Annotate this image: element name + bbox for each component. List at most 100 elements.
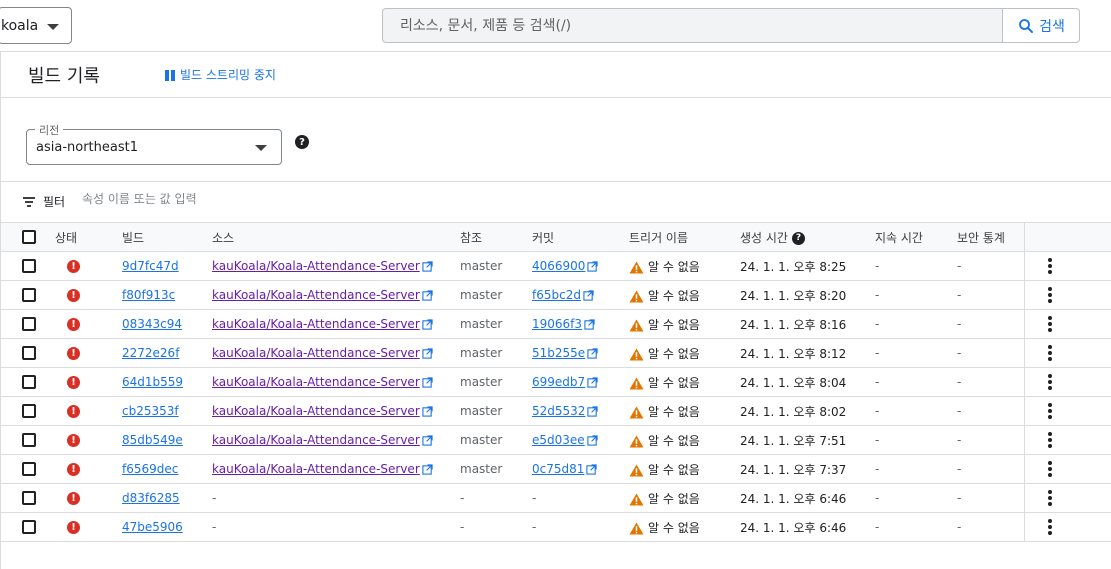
more-vert-icon[interactable] (1047, 345, 1052, 361)
warning-icon (629, 260, 644, 274)
error-icon: ! (67, 347, 80, 360)
more-vert-icon[interactable] (1047, 316, 1052, 332)
row-checkbox[interactable] (22, 462, 36, 477)
more-vert-icon[interactable] (1047, 432, 1052, 448)
external-link-icon (587, 377, 598, 388)
more-vert-icon[interactable] (1047, 490, 1052, 506)
project-selector[interactable]: koala (0, 7, 72, 44)
warning-icon (629, 463, 644, 477)
commit-link[interactable]: e5d03ee (532, 433, 585, 447)
security-text: - (957, 288, 962, 302)
column-header-status[interactable]: 상태 (55, 222, 122, 252)
column-header-duration[interactable]: 지속 시간 (875, 222, 957, 252)
external-link-icon (587, 348, 598, 359)
stop-streaming-button[interactable]: 빌드 스트리밍 중지 (164, 66, 276, 83)
commit-link[interactable]: 52d5532 (532, 404, 585, 418)
more-vert-icon[interactable] (1047, 374, 1052, 390)
created-time: 24. 1. 1. 오후 7:37 (740, 462, 847, 477)
build-id-link[interactable]: 85db549e (122, 433, 183, 447)
search-box[interactable] (382, 8, 1003, 43)
source-link[interactable]: kauKoala/Koala-Attendance-Server (212, 288, 420, 302)
build-id-link[interactable]: 64d1b559 (122, 375, 183, 389)
created-time: 24. 1. 1. 오후 7:51 (740, 433, 847, 448)
more-vert-icon[interactable] (1047, 258, 1052, 274)
row-checkbox[interactable] (22, 346, 36, 361)
search-input[interactable] (400, 17, 1002, 34)
ref-text: master (460, 404, 503, 418)
row-checkbox[interactable] (22, 491, 36, 506)
source-link[interactable]: kauKoala/Koala-Attendance-Server (212, 375, 420, 389)
more-vert-icon[interactable] (1047, 287, 1052, 303)
table-row: ! 85db549e kauKoala/Koala-Attendance-Serve… (1, 425, 1111, 455)
duration-text: - (875, 491, 880, 505)
build-id-link[interactable]: 47be5906 (122, 520, 183, 534)
ref-text: master (460, 346, 503, 360)
warning-icon (629, 289, 644, 303)
column-header-trigger[interactable]: 트리거 이름 (629, 222, 740, 252)
help-icon[interactable]: ? (791, 231, 805, 245)
commit-link[interactable]: 0c75d81 (532, 462, 584, 476)
more-vert-icon[interactable] (1047, 461, 1052, 477)
build-id-link[interactable]: f80f913c (122, 288, 175, 302)
table-header-row: 상태 빌드 소스 참조 커밋 트리거 이름 생성 시간? 지속 시간 보안 통계 (1, 222, 1111, 252)
filter-input[interactable] (82, 192, 382, 206)
security-text: - (957, 404, 962, 418)
row-checkbox[interactable] (22, 259, 36, 274)
commit-link[interactable]: 19066f3 (532, 317, 582, 331)
external-link-icon (422, 319, 433, 330)
commit-link[interactable]: f65bc2d (532, 288, 581, 302)
column-header-created[interactable]: 생성 시간? (740, 222, 875, 252)
table-row: ! 64d1b559 kauKoala/Koala-Attendance-Serve… (1, 367, 1111, 397)
more-vert-icon[interactable] (1047, 403, 1052, 419)
build-id-link[interactable]: 2272e26f (122, 346, 179, 360)
warning-icon (629, 492, 644, 506)
created-time: 24. 1. 1. 오후 8:20 (740, 288, 847, 303)
select-all-checkbox[interactable] (22, 230, 36, 245)
help-icon[interactable]: ? (295, 135, 309, 149)
duration-text: - (875, 520, 880, 534)
error-icon: ! (67, 434, 80, 447)
row-checkbox[interactable] (22, 433, 36, 448)
column-header-source[interactable]: 소스 (212, 222, 460, 252)
column-header-security[interactable]: 보안 통계 (957, 222, 1024, 252)
top-bar: koala 검색 (0, 0, 1111, 52)
column-header-ref[interactable]: 참조 (460, 222, 532, 252)
row-checkbox[interactable] (22, 288, 36, 303)
row-checkbox[interactable] (22, 404, 36, 419)
warning-icon (629, 521, 644, 535)
row-checkbox[interactable] (22, 375, 36, 390)
source-link[interactable]: kauKoala/Koala-Attendance-Server (212, 317, 420, 331)
source-link[interactable]: kauKoala/Koala-Attendance-Server (212, 433, 420, 447)
commit-link[interactable]: 51b255e (532, 346, 585, 360)
trigger-text: 알 수 없음 (648, 433, 700, 448)
created-time: 24. 1. 1. 오후 8:02 (740, 404, 847, 419)
security-text: - (957, 375, 962, 389)
source-link[interactable]: kauKoala/Koala-Attendance-Server (212, 462, 420, 476)
build-id-link[interactable]: 9d7fc47d (122, 259, 179, 273)
filter-icon[interactable] (23, 197, 35, 207)
row-checkbox[interactable] (22, 520, 36, 535)
source-link[interactable]: kauKoala/Koala-Attendance-Server (212, 346, 420, 360)
build-id-link[interactable]: d83f6285 (122, 491, 180, 505)
error-icon: ! (67, 521, 80, 534)
external-link-icon (422, 377, 433, 388)
actions-header (1023, 222, 1111, 252)
trigger-text: 알 수 없음 (648, 317, 700, 332)
warning-icon (629, 347, 644, 361)
trigger-text: 알 수 없음 (648, 462, 700, 477)
build-id-link[interactable]: cb25353f (122, 404, 179, 418)
commit-link[interactable]: 4066900 (532, 259, 585, 273)
column-header-commit[interactable]: 커밋 (532, 222, 629, 252)
error-icon: ! (67, 492, 80, 505)
source-link[interactable]: kauKoala/Koala-Attendance-Server (212, 404, 420, 418)
duration-text: - (875, 346, 880, 360)
more-vert-icon[interactable] (1047, 519, 1052, 535)
column-header-build[interactable]: 빌드 (122, 222, 212, 252)
search-button[interactable]: 검색 (1002, 8, 1080, 43)
build-id-link[interactable]: f6569dec (122, 462, 178, 476)
source-link[interactable]: kauKoala/Koala-Attendance-Server (212, 259, 420, 273)
row-checkbox[interactable] (22, 317, 36, 332)
commit-link[interactable]: 699edb7 (532, 375, 585, 389)
region-select[interactable]: 리전 asia-northeast1 (26, 122, 282, 165)
build-id-link[interactable]: 08343c94 (122, 317, 182, 331)
